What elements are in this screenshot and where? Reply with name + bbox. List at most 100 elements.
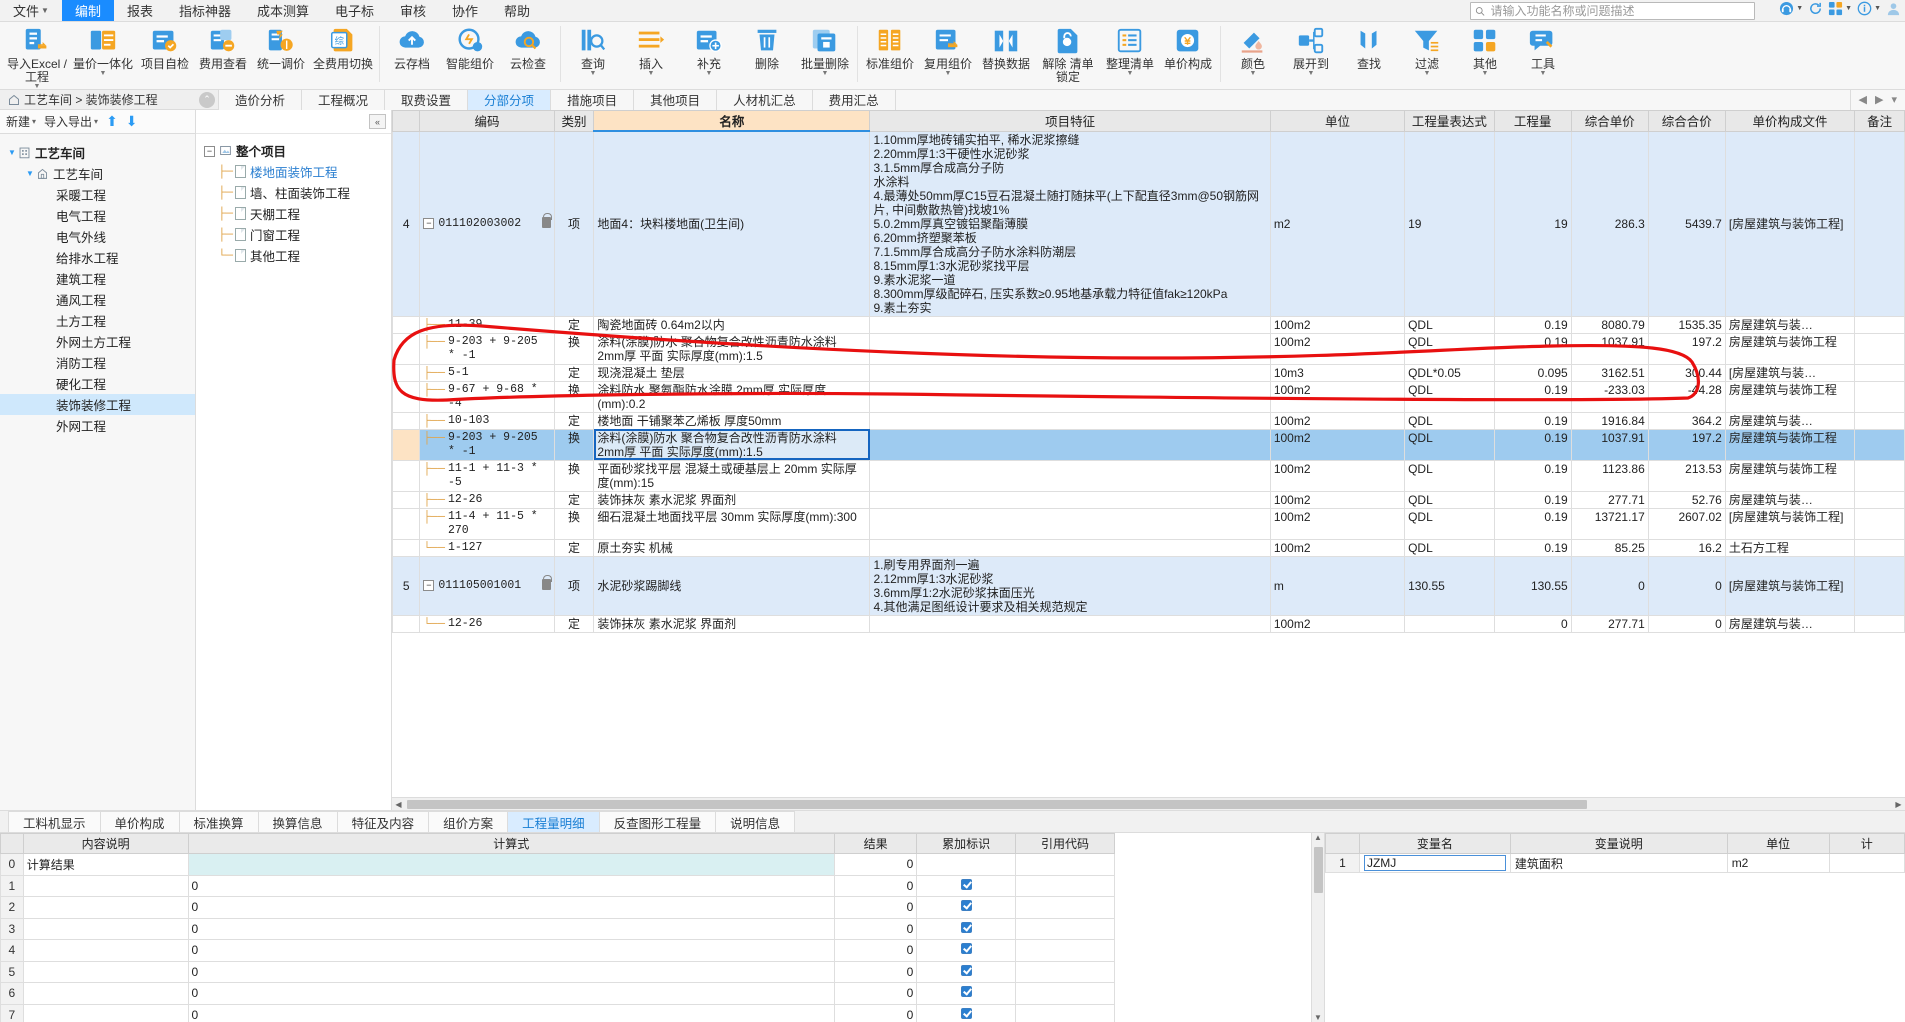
unit-price-compose-button[interactable]: 单价构成 xyxy=(1159,22,1217,89)
row-quantity-expression[interactable]: 19 xyxy=(1404,130,1495,317)
menu-item-compile[interactable]: 编制 xyxy=(61,0,114,21)
unlock-button[interactable]: 解除 清单锁定 xyxy=(1035,22,1101,89)
table-row[interactable]: ├── 9-67 + 9-68 * -4 换 涂料防水 聚氨酯防水涂膜 2mm厚 … xyxy=(392,380,1905,413)
vars-row-description[interactable]: 建筑面积 xyxy=(1509,853,1728,873)
smart-pricing-button[interactable]: 智能组价 xyxy=(441,22,499,89)
calc-row-description[interactable] xyxy=(22,939,189,962)
chevron-down-icon[interactable]: ▼ xyxy=(1308,70,1315,77)
calc-row-ref[interactable] xyxy=(1015,917,1115,940)
table-row[interactable]: 5 − 011105001001 项 水泥砂浆踢脚线 1.刷专用界面剂一遍 2.… xyxy=(392,555,1905,616)
table-row[interactable]: └── 12-26 定 装饰抹灰 素水泥浆 界面剂 100m2 0 277.71 … xyxy=(392,614,1905,633)
calc-col-ref-code[interactable]: 引用代码 xyxy=(1015,833,1115,854)
tree-node-ventilation[interactable]: 通风工程 xyxy=(0,289,195,310)
calc-row-flag[interactable] xyxy=(916,874,1017,897)
row-quantity[interactable]: 0.095 xyxy=(1493,363,1572,382)
calc-row[interactable]: 3 0 0 xyxy=(0,917,1115,940)
menu-item-audit[interactable]: 审核 xyxy=(387,0,439,21)
calc-row-flag[interactable] xyxy=(916,1003,1017,1022)
col-total-price[interactable]: 综合合价 xyxy=(1647,110,1726,132)
tree-node-external-network[interactable]: 外网工程 xyxy=(0,415,195,436)
col-feature[interactable]: 项目特征 xyxy=(869,110,1271,132)
chevron-down-icon[interactable]: ▼ xyxy=(590,70,597,77)
row-quantity-expression[interactable]: QDL xyxy=(1404,459,1495,492)
table-row[interactable]: └── 1-127 定 原土夯实 机械 100m2 QDL 0.19 85.25 … xyxy=(392,538,1905,557)
row-compose-file[interactable]: [房屋建筑与装饰工程] xyxy=(1724,507,1856,540)
chevron-down-icon[interactable]: ▼ xyxy=(1127,70,1134,77)
vars-col-variable-description[interactable]: 变量说明 xyxy=(1509,833,1728,854)
row-quantity[interactable]: 0.19 xyxy=(1493,315,1572,334)
row-code-cell[interactable]: ├── 9-67 + 9-68 * -4 xyxy=(419,380,555,413)
row-quantity-expression[interactable]: QDL xyxy=(1404,332,1495,365)
calc-row-description[interactable] xyxy=(22,917,189,940)
unified-price-button[interactable]: 统一调价 xyxy=(252,22,310,89)
menu-item-indicator[interactable]: 指标神器 xyxy=(166,0,244,21)
row-remark[interactable] xyxy=(1854,315,1905,334)
calc-row[interactable]: 6 0 0 xyxy=(0,982,1115,1005)
detail-tab-description-info[interactable]: 说明信息 xyxy=(715,811,796,832)
row-name[interactable]: 涂料(涂膜)防水 聚合物复合改性沥青防水涂料 2mm厚 平面 实际厚度(mm):… xyxy=(593,332,871,365)
col-remark[interactable]: 备注 xyxy=(1854,110,1905,132)
row-quantity[interactable]: 0.19 xyxy=(1493,459,1572,492)
row-feature[interactable] xyxy=(869,538,1271,557)
tab-fee-settings[interactable]: 取费设置 xyxy=(385,89,469,110)
row-compose-file[interactable]: 房屋建筑与装… xyxy=(1724,411,1856,430)
row-code-cell[interactable]: └── 12-26 xyxy=(419,614,555,633)
vars-col-calc[interactable]: 计 xyxy=(1828,833,1905,854)
calc-col-accumulate-flag[interactable]: 累加标识 xyxy=(916,833,1017,854)
checkbox-checked-icon[interactable] xyxy=(960,878,972,890)
tab-project-overview[interactable]: 工程概况 xyxy=(302,89,386,110)
row-remark[interactable] xyxy=(1854,332,1905,365)
vars-col-unit[interactable]: 单位 xyxy=(1726,833,1830,854)
calc-row-ref[interactable] xyxy=(1015,896,1115,919)
expand-to-button[interactable]: 展开到 ▼ xyxy=(1282,22,1340,89)
row-quantity[interactable]: 0.19 xyxy=(1493,538,1572,557)
chevron-down-icon[interactable]: ▼ xyxy=(648,70,655,77)
tree-node-plumbing[interactable]: 给排水工程 xyxy=(0,247,195,268)
calc-row-flag[interactable] xyxy=(916,896,1017,919)
calc-row-formula[interactable]: 0 xyxy=(187,874,835,897)
import-export-button[interactable]: 导入导出 ▾ xyxy=(44,113,98,130)
chevron-down-icon[interactable]: ▾ xyxy=(1891,93,1897,106)
full-fee-switch-button[interactable]: 综 全费用切换 xyxy=(310,22,376,89)
row-compose-file[interactable]: 土石方工程 xyxy=(1724,538,1856,557)
tab-cost-analysis[interactable]: 造价分析 xyxy=(218,89,303,110)
row-quantity-expression[interactable]: QDL xyxy=(1404,315,1495,334)
chevron-down-icon[interactable]: ▼ xyxy=(1845,5,1852,12)
tree-node-earthwork[interactable]: 土方工程 xyxy=(0,310,195,331)
row-quantity[interactable]: 0.19 xyxy=(1493,490,1572,509)
tools-button[interactable]: 工具 ▼ xyxy=(1514,22,1572,89)
row-code-cell[interactable]: ├── 9-203 + 9-205 * -1 xyxy=(419,428,555,461)
row-feature[interactable] xyxy=(869,411,1271,430)
row-remark[interactable] xyxy=(1854,614,1905,633)
chapter-node-doors-windows[interactable]: ├─ 门窗工程 xyxy=(196,224,391,245)
collapse-expander-icon[interactable]: − xyxy=(204,145,215,157)
row-code-cell[interactable]: − 011105001001 xyxy=(419,555,555,616)
row-code-cell[interactable]: ├── 11-1 + 11-3 * -5 xyxy=(419,459,555,492)
collapse-panel-button[interactable]: ⌃ xyxy=(196,90,218,110)
row-compose-file[interactable]: 房屋建筑与装… xyxy=(1724,614,1856,633)
row-remark[interactable] xyxy=(1854,490,1905,509)
detail-tab-conversion-info[interactable]: 换算信息 xyxy=(257,811,338,832)
table-row[interactable]: ├── 5-1 定 现浇混凝土 垫层 10m3 QDL*0.05 0.095 31… xyxy=(392,363,1905,382)
table-row[interactable]: ├── 10-103 定 楼地面 干铺聚苯乙烯板 厚度50mm 100m2 QDL… xyxy=(392,411,1905,430)
table-row[interactable]: ├── 11-1 + 11-3 * -5 换 平面砂浆找平层 混凝土或硬基层上 2… xyxy=(392,459,1905,492)
supplement-button[interactable]: 补充 ▼ xyxy=(680,22,738,89)
tab-measure-items[interactable]: 措施项目 xyxy=(551,89,635,110)
apps-grid-icon[interactable] xyxy=(1828,1,1843,16)
detail-tab-quantity-detail[interactable]: 工程量明细 xyxy=(507,811,600,832)
scroll-track[interactable] xyxy=(405,798,1892,810)
standard-pricing-button[interactable]: 标准组价 xyxy=(861,22,919,89)
query-button[interactable]: 查询 ▼ xyxy=(564,22,622,89)
tree-node-hardening[interactable]: 硬化工程 xyxy=(0,373,195,394)
tree-node-fire-protection[interactable]: 消防工程 xyxy=(0,352,195,373)
detail-tab-pricing-scheme[interactable]: 组价方案 xyxy=(428,811,509,832)
search-input[interactable] xyxy=(1488,3,1750,19)
calc-row-ref[interactable] xyxy=(1015,960,1115,983)
calc-row-formula[interactable]: 0 xyxy=(187,960,835,983)
calc-row-description[interactable] xyxy=(22,982,189,1005)
scroll-right-icon[interactable]: ▶ xyxy=(1892,800,1905,809)
col-category[interactable]: 类别 xyxy=(553,110,595,132)
arrow-down-icon[interactable]: ⬇ xyxy=(126,113,138,130)
calc-row-ref[interactable] xyxy=(1015,939,1115,962)
scroll-up-icon[interactable]: ▲ xyxy=(1312,833,1324,846)
